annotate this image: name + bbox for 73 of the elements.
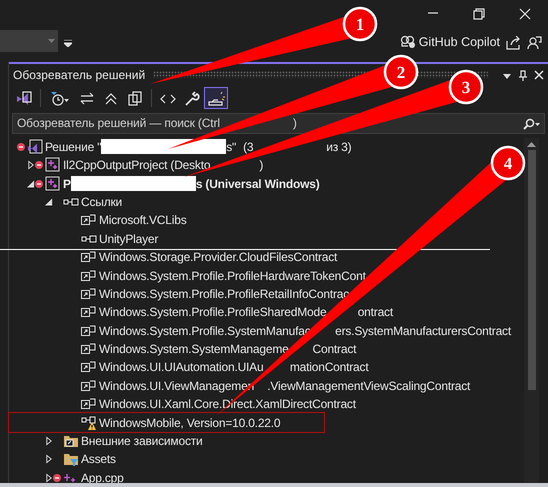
scroll-up-icon[interactable] — [527, 140, 536, 147]
close-icon[interactable] — [518, 7, 532, 21]
callout-number: 2 — [396, 63, 406, 82]
callout-number: 1 — [356, 15, 364, 34]
pin-icon[interactable] — [518, 70, 528, 82]
search-icon[interactable] — [523, 118, 541, 130]
tree-item-label[interactable]: (3 — [243, 138, 254, 156]
close-icon[interactable] — [534, 70, 544, 82]
tree-item-label[interactable]: Windows.UI.UIAutomation.UIAu — [99, 358, 264, 376]
tree-item-label[interactable]: Windows.System.Profile.SystemManufac — [99, 322, 311, 340]
tree-item-label[interactable]: UnityPlayer — [99, 230, 158, 248]
tree-item-label[interactable]: из 3) — [326, 138, 352, 156]
reference-warning-icon — [81, 414, 97, 431]
callout-circle — [342, 6, 378, 42]
tree-item-label[interactable]: s (Universal Windows) — [196, 174, 320, 193]
preview-button[interactable] — [204, 87, 228, 110]
folder-filter-icon — [63, 451, 79, 468]
collapsed-arrow-icon[interactable] — [27, 160, 35, 170]
reference-icon — [81, 268, 97, 284]
panel-title: Обозреватель решений — [13, 66, 146, 84]
callout-circle — [490, 146, 526, 180]
dropdown-field[interactable] — [0, 30, 58, 52]
solution-icon — [27, 138, 43, 155]
caret-icon — [48, 39, 55, 43]
share-icon[interactable] — [506, 36, 521, 50]
tree-item-label[interactable]: WindowsMobile, Version=10.0.22.0 — [99, 414, 280, 432]
restore-icon[interactable] — [472, 7, 486, 21]
tree-item-label[interactable]: Windows.System.Profile.ProfileRetailInfoContrac — [99, 284, 350, 303]
tree-item-label[interactable]: P — [63, 174, 71, 193]
tree-item-label[interactable]: Ссылки — [81, 192, 122, 211]
callout-circle — [448, 70, 484, 104]
tree-item-label[interactable]: Windows.System.Profile.ProfileSharedMode — [99, 303, 326, 322]
tree-item-label[interactable]: .ViewManagementViewScalingContract — [267, 376, 470, 395]
folder-icon — [63, 433, 79, 450]
expanded-arrow-icon[interactable] — [27, 178, 35, 189]
tree-item-label[interactable]: Windows.System.SystemManageme — [99, 340, 289, 358]
tree-item-label[interactable]: Внешние зависимости — [81, 432, 203, 450]
sync-icon — [78, 90, 96, 107]
collapsed-arrow-icon[interactable] — [45, 472, 53, 483]
reference-icon — [81, 286, 97, 302]
overflow-icon[interactable] — [64, 40, 72, 48]
tree-item-label[interactable]: ) — [259, 156, 264, 174]
callout-number: 3 — [462, 78, 470, 97]
solution-icon — [15, 90, 33, 107]
preview-icon — [207, 90, 225, 107]
expanded-arrow-icon[interactable] — [45, 196, 53, 207]
tree-item-label[interactable]: Решение " — [45, 138, 102, 156]
copilot-icon — [400, 35, 416, 49]
tree-item-label[interactable]: s" — [226, 138, 236, 156]
tree-item-label[interactable]: Assets — [81, 450, 116, 468]
tree-item-label[interactable]: ontract — [358, 303, 393, 322]
reference-icon — [81, 378, 97, 394]
feedback-icon[interactable] — [527, 36, 542, 50]
placeholder-text: ) — [292, 115, 297, 132]
copies-icon — [126, 90, 144, 107]
wrench-icon — [183, 90, 201, 107]
collapsed-arrow-icon[interactable] — [45, 436, 53, 446]
callout-circle — [384, 54, 418, 90]
collapsed-arrow-icon[interactable] — [45, 454, 53, 464]
tree-item-label[interactable]: Windows.Storage.Provider.CloudFilesContract — [99, 248, 338, 266]
reference-icon — [81, 322, 97, 339]
callout-number: 4 — [504, 154, 512, 173]
tree-item-label[interactable]: Microsoft.VCLibs — [99, 211, 186, 230]
project-icon — [45, 157, 61, 174]
placeholder-text: Обозреватель решений — поиск (Ctrl — [17, 115, 220, 132]
history-icon — [49, 90, 71, 107]
project-icon — [45, 176, 61, 192]
tree-item-label[interactable]: Il2CppOutputProject (Deskto — [63, 156, 210, 174]
tree-item-label[interactable]: Windows.System.Profile.ProfileHardwareTokenCont — [99, 266, 366, 284]
tree-item-label[interactable]: Contract — [312, 340, 356, 358]
tree-item-label[interactable]: mationContract — [290, 358, 368, 376]
tree-item-label[interactable]: ers.SystemManufacturersContract — [335, 322, 511, 340]
copilot-button[interactable]: GitHub Copilot — [400, 32, 500, 52]
